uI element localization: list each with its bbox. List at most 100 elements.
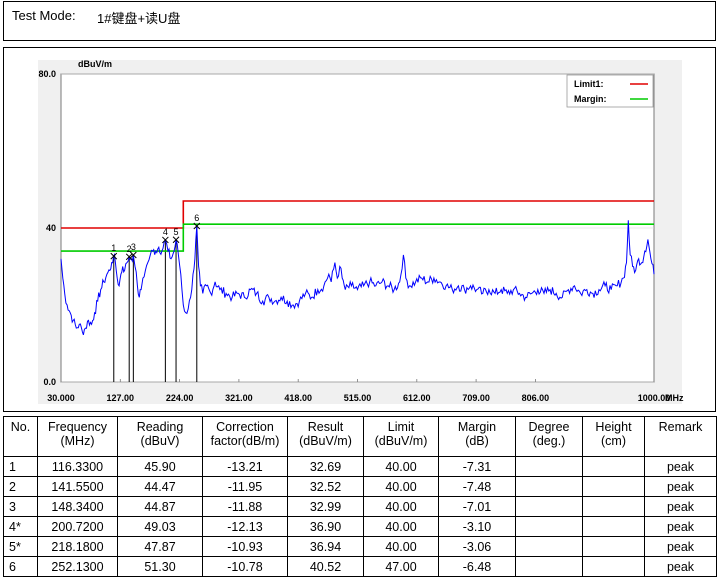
- marker-label: 5: [174, 227, 179, 237]
- column-header-text: No.: [10, 420, 31, 434]
- table-cell: -6.48: [438, 556, 516, 577]
- column-header-text: Remark: [658, 420, 703, 434]
- table-cell: 4*: [3, 516, 38, 537]
- table-cell: 45.90: [117, 456, 203, 477]
- column-header-text: (dBuV): [140, 434, 180, 448]
- x-tick-label: 30.000: [47, 393, 75, 403]
- emission-results-table: No. Frequency (MHz) Reading (dBuV) Correction…: [3, 416, 717, 577]
- table-cell: 141.5500: [37, 476, 118, 497]
- table-cell: 32.99: [287, 496, 364, 517]
- column-header-text: (deg.): [532, 434, 566, 448]
- table-row: 3 148.3400 44.87 -11.88 32.99 40.00 -7.01 peak: [3, 496, 717, 517]
- table-cell: -7.31: [438, 456, 516, 477]
- table-cell: 3: [3, 496, 38, 517]
- y-tick-label: 80.0: [38, 69, 56, 79]
- table-cell: [582, 536, 645, 557]
- table-row: 5* 218.1800 47.87 -10.93 36.94 40.00 -3.06 peak: [3, 536, 717, 557]
- y-tick-label: 40: [46, 223, 56, 233]
- emission-chart-panel: 80.0 40 0.0 dBuV/m 30.000 127.00 224.00 321.00 4…: [3, 47, 716, 412]
- y-tick-label: 0.0: [43, 377, 56, 387]
- table-cell: 40.00: [363, 456, 439, 477]
- table-row: 2 141.5500 44.47 -11.95 32.52 40.00 -7.48 peak: [3, 476, 717, 497]
- table-cell: 40.00: [363, 516, 439, 537]
- column-header-text: Margin: [457, 420, 497, 434]
- column-header: Reading (dBuV): [117, 416, 203, 457]
- table-cell: 252.1300: [37, 556, 118, 577]
- table-cell: -3.10: [438, 516, 516, 537]
- column-header-text: Result: [307, 420, 344, 434]
- table-cell: 51.30: [117, 556, 203, 577]
- marker-label: 6: [194, 213, 199, 223]
- table-cell: 40.00: [363, 476, 439, 497]
- emission-chart: 80.0 40 0.0 dBuV/m 30.000 127.00 224.00 321.00 4…: [38, 59, 684, 404]
- table-cell: 32.52: [287, 476, 364, 497]
- table-cell: -10.78: [202, 556, 288, 577]
- x-tick-label: 806.00: [522, 393, 550, 403]
- table-cell: -10.93: [202, 536, 288, 557]
- table-cell: 148.3400: [37, 496, 118, 517]
- table-header-row: No. Frequency (MHz) Reading (dBuV) Correction…: [3, 416, 717, 457]
- table-cell: 2: [3, 476, 38, 497]
- table-cell: peak: [644, 496, 717, 517]
- table-cell: -11.88: [202, 496, 288, 517]
- column-header-text: (cm): [601, 434, 626, 448]
- table-cell: 116.3300: [37, 456, 118, 477]
- table-cell: 218.1800: [37, 536, 118, 557]
- table-cell: peak: [644, 536, 717, 557]
- table-cell: [515, 496, 583, 517]
- x-tick-label: 709.00: [462, 393, 490, 403]
- table-cell: peak: [644, 476, 717, 497]
- table-cell: 200.7200: [37, 516, 118, 537]
- table-row: 4* 200.7200 49.03 -12.13 36.90 40.00 -3.10 peak: [3, 516, 717, 537]
- column-header-text: Limit: [387, 420, 415, 434]
- column-header-text: (dBuV/m): [374, 434, 428, 448]
- x-tick-label: 127.00: [107, 393, 135, 403]
- column-header: Frequency (MHz): [37, 416, 118, 457]
- table-cell: [582, 556, 645, 577]
- legend-label: Limit1:: [574, 79, 604, 89]
- table-row: 6 252.1300 51.30 -10.78 40.52 47.00 -6.48 peak: [3, 556, 717, 577]
- table-cell: [515, 456, 583, 477]
- table-cell: [582, 516, 645, 537]
- table-cell: -7.48: [438, 476, 516, 497]
- table-cell: -3.06: [438, 536, 516, 557]
- x-tick-label: 515.00: [344, 393, 372, 403]
- table-cell: 44.47: [117, 476, 203, 497]
- table-cell: 40.00: [363, 536, 439, 557]
- column-header-text: Correction: [216, 420, 274, 434]
- y-axis-label: dBuV/m: [78, 59, 112, 69]
- table-cell: 49.03: [117, 516, 203, 537]
- table-cell: [515, 536, 583, 557]
- table-cell: 32.69: [287, 456, 364, 477]
- table-cell: peak: [644, 456, 717, 477]
- marker-label: 3: [131, 242, 136, 252]
- column-header-text: Frequency: [47, 420, 108, 434]
- table-cell: 6: [3, 556, 38, 577]
- column-header: Margin (dB): [438, 416, 516, 457]
- column-header-text: (dB): [465, 434, 489, 448]
- x-tick-label: 612.00: [403, 393, 431, 403]
- table-cell: peak: [644, 556, 717, 577]
- x-tick-label: 321.00: [225, 393, 253, 403]
- column-header: Height (cm): [582, 416, 645, 457]
- table-cell: peak: [644, 516, 717, 537]
- marker-label: 1: [111, 243, 116, 253]
- column-header: Degree (deg.): [515, 416, 583, 457]
- x-tick-label: 224.00: [166, 393, 194, 403]
- table-cell: 40.52: [287, 556, 364, 577]
- table-cell: [582, 476, 645, 497]
- x-axis-unit: MHz: [665, 393, 684, 403]
- column-header: No.: [3, 416, 38, 457]
- table-row: 1 116.3300 45.90 -13.21 32.69 40.00 -7.31 peak: [3, 456, 717, 477]
- table-cell: [515, 556, 583, 577]
- table-cell: 44.87: [117, 496, 203, 517]
- table-cell: 36.90: [287, 516, 364, 537]
- table-cell: 1: [3, 456, 38, 477]
- table-cell: 5*: [3, 536, 38, 557]
- table-body: 1 116.3300 45.90 -13.21 32.69 40.00 -7.31 peak 2…: [3, 456, 717, 577]
- column-header-text: Degree: [528, 420, 570, 434]
- table-cell: -7.01: [438, 496, 516, 517]
- column-header: Correction factor(dB/m): [202, 416, 288, 457]
- table-cell: 36.94: [287, 536, 364, 557]
- column-header-text: factor(dB/m): [210, 434, 280, 448]
